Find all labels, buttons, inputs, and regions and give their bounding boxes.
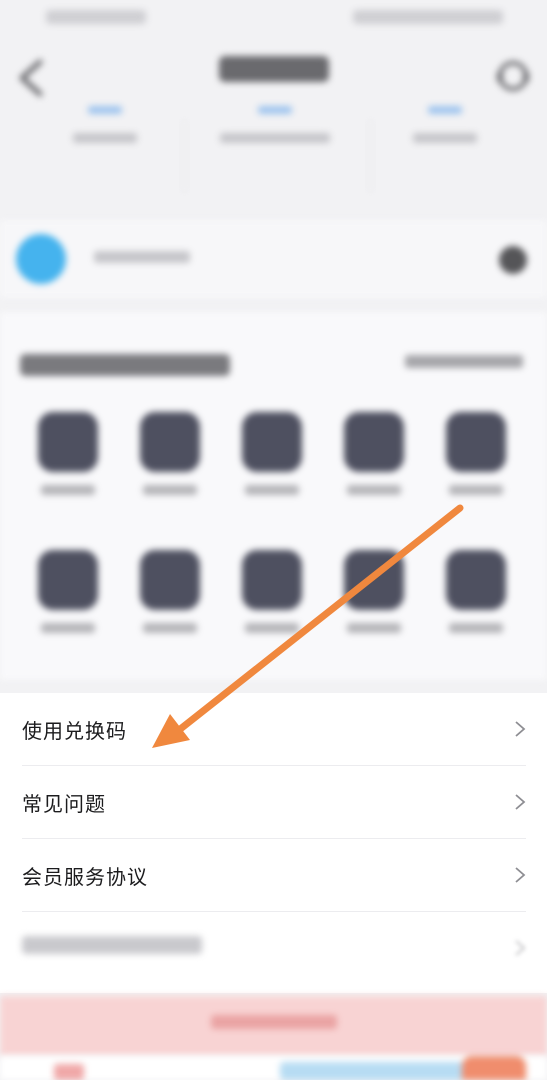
banner-action-icon[interactable] bbox=[499, 246, 527, 274]
stat-value bbox=[428, 106, 462, 114]
divider bbox=[184, 120, 185, 192]
benefit-item[interactable] bbox=[20, 412, 116, 532]
benefit-icon bbox=[38, 412, 98, 472]
benefit-label bbox=[326, 484, 422, 499]
benefit-item[interactable] bbox=[20, 550, 116, 670]
banner-text bbox=[94, 248, 190, 267]
stat-value bbox=[88, 106, 122, 114]
menu-item-label: 会员服务协议 bbox=[22, 865, 148, 889]
benefits-more-link[interactable] bbox=[405, 354, 523, 372]
chevron-right-icon bbox=[515, 794, 526, 810]
benefit-icon bbox=[446, 550, 506, 610]
benefit-item[interactable] bbox=[428, 550, 524, 670]
chevron-right-icon bbox=[515, 867, 526, 883]
stat-item bbox=[370, 100, 520, 190]
stat-caption bbox=[30, 132, 180, 147]
menu-item-blurred[interactable] bbox=[22, 912, 526, 985]
benefit-icon bbox=[446, 412, 506, 472]
chevron-right-icon bbox=[515, 940, 526, 956]
bottom-bar bbox=[0, 1056, 547, 1080]
discount-badge bbox=[462, 1056, 526, 1080]
benefit-item[interactable] bbox=[224, 412, 320, 532]
benefit-label bbox=[122, 622, 218, 637]
divider bbox=[370, 120, 371, 192]
stat-item bbox=[200, 100, 350, 190]
subscribe-bar[interactable] bbox=[280, 1062, 480, 1080]
status-left-icons bbox=[46, 10, 146, 24]
member-banner[interactable] bbox=[0, 220, 547, 298]
stat-value bbox=[258, 106, 292, 114]
benefit-icon bbox=[38, 550, 98, 610]
benefit-item[interactable] bbox=[122, 550, 218, 670]
menu-item-redeem-code[interactable]: 使用兑换码 bbox=[22, 693, 526, 766]
status-right-icons bbox=[353, 10, 503, 24]
avatar bbox=[16, 234, 66, 284]
purchase-banner-text bbox=[0, 1014, 547, 1033]
stat-caption bbox=[370, 132, 520, 147]
menu-item-label: 使用兑换码 bbox=[22, 719, 127, 743]
settings-menu: 使用兑换码 常见问题 会员服务协议 bbox=[0, 693, 547, 993]
benefit-label bbox=[428, 622, 524, 637]
benefit-label bbox=[20, 622, 116, 637]
benefit-label bbox=[20, 484, 116, 499]
menu-item-label: 常见问题 bbox=[22, 792, 106, 816]
benefit-item[interactable] bbox=[326, 550, 422, 670]
benefits-panel bbox=[0, 312, 547, 680]
benefit-item[interactable] bbox=[428, 412, 524, 532]
membership-stats bbox=[0, 100, 547, 200]
stat-item bbox=[30, 100, 180, 190]
menu-item-member-agreement[interactable]: 会员服务协议 bbox=[22, 839, 526, 912]
benefit-label bbox=[428, 484, 524, 499]
chevron-right-icon bbox=[515, 721, 526, 737]
benefit-icon bbox=[140, 412, 200, 472]
purchase-banner[interactable] bbox=[0, 996, 547, 1056]
status-bar bbox=[0, 0, 547, 36]
benefit-label bbox=[224, 622, 320, 637]
benefits-title bbox=[20, 354, 230, 382]
benefit-label bbox=[326, 622, 422, 637]
menu-item-label bbox=[22, 934, 202, 959]
benefit-item[interactable] bbox=[326, 412, 422, 532]
benefit-item[interactable] bbox=[224, 550, 320, 670]
benefit-item[interactable] bbox=[122, 412, 218, 532]
page-title bbox=[0, 56, 547, 89]
stat-caption bbox=[200, 132, 350, 147]
benefit-icon bbox=[242, 412, 302, 472]
benefit-icon bbox=[242, 550, 302, 610]
benefit-label bbox=[224, 484, 320, 499]
menu-item-faq[interactable]: 常见问题 bbox=[22, 766, 526, 839]
benefit-icon bbox=[344, 550, 404, 610]
benefit-label bbox=[122, 484, 218, 499]
price-tag bbox=[54, 1064, 84, 1080]
customer-service-icon[interactable] bbox=[493, 56, 533, 96]
benefit-icon bbox=[344, 412, 404, 472]
benefit-icon bbox=[140, 550, 200, 610]
